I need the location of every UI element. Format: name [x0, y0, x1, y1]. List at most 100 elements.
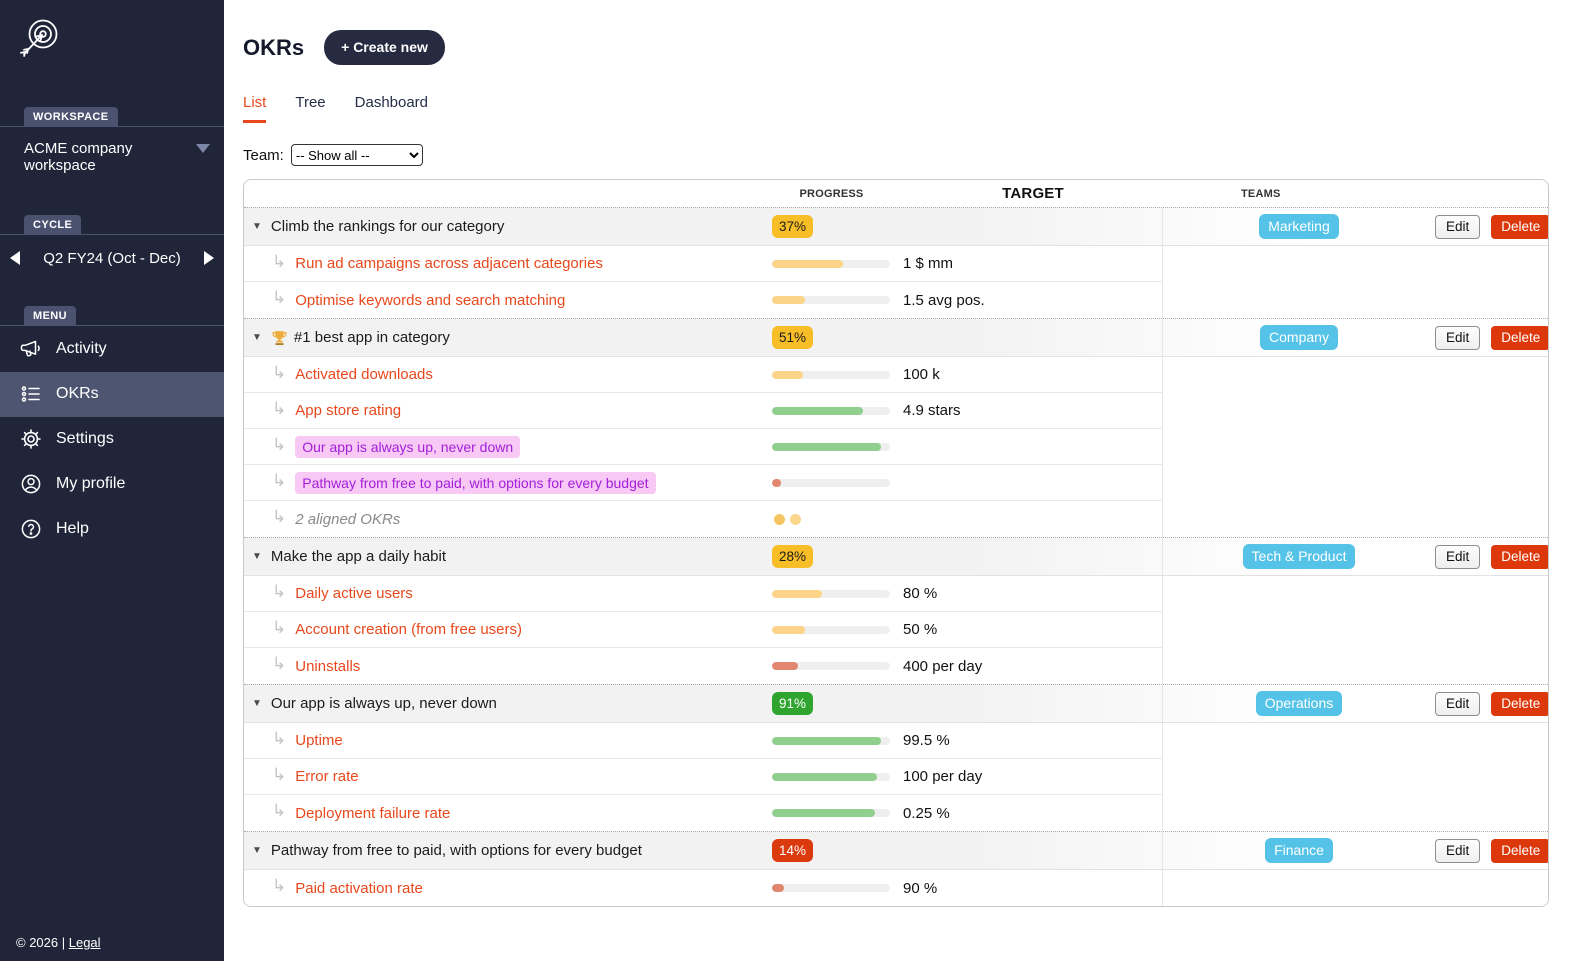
key-result-link[interactable]: Activated downloads — [295, 366, 433, 383]
delete-button[interactable]: Delete — [1491, 691, 1548, 716]
tab-list[interactable]: List — [243, 94, 267, 123]
progress-bar-fill — [772, 772, 878, 781]
delete-button[interactable]: Delete — [1491, 214, 1548, 239]
table-header-row: PROGRESS TARGET TEAMS — [244, 180, 1548, 207]
aligned-okrs-summary[interactable]: 2 aligned OKRs — [295, 511, 400, 528]
kr-arrow-icon: ↳ — [272, 251, 287, 271]
key-result-actions-cell — [1435, 612, 1548, 648]
sidebar-footer: © 2026 | Legal — [16, 935, 101, 950]
progress-badge: 14% — [772, 838, 814, 863]
target-value: 1.5 avg pos. — [895, 282, 1163, 318]
progress-badge: 37% — [772, 214, 814, 239]
key-result-link[interactable]: Uptime — [295, 732, 343, 749]
target-value: 50 % — [895, 612, 1163, 648]
delete-button[interactable]: Delete — [1491, 838, 1548, 863]
key-result-teams-cell — [1163, 282, 1435, 318]
kr-arrow-icon: ↳ — [272, 507, 287, 526]
sidebar: WORKSPACE ACME company workspace CYCLE Q… — [0, 0, 224, 961]
edit-button[interactable]: Edit — [1435, 214, 1481, 239]
objective-row: ▼ Our app is always up, never down 91% Oper… — [244, 684, 1548, 723]
collapse-caret-icon[interactable]: ▼ — [252, 551, 262, 562]
kr-arrow-icon: ↳ — [272, 362, 287, 382]
cycle-prev-icon[interactable] — [10, 251, 20, 265]
key-result-teams-cell — [1163, 246, 1435, 282]
view-tabs: List Tree Dashboard — [243, 94, 1550, 123]
key-result-name-cell: ↳ Our app is always up, never down — [244, 429, 768, 465]
key-result-link[interactable]: Run ad campaigns across adjacent categor… — [295, 255, 603, 272]
sidebar-item-activity[interactable]: Activity — [0, 327, 224, 372]
objective-row: ▼ Make the app a daily habit 28% Tech & Pro… — [244, 537, 1548, 576]
create-new-button[interactable]: + Create new — [324, 30, 445, 65]
key-result-teams-cell — [1163, 357, 1435, 393]
sidebar-item-help[interactable]: Help — [0, 507, 224, 552]
objective-title: #1 best app in category — [293, 329, 450, 346]
collapse-caret-icon[interactable]: ▼ — [252, 332, 262, 343]
key-result-actions-cell — [1435, 465, 1548, 501]
aligned-okr-link[interactable]: Pathway from free to paid, with options … — [295, 471, 656, 494]
key-result-actions-cell — [1435, 723, 1548, 759]
progress-bar-fill — [772, 478, 782, 487]
key-result-actions-cell — [1435, 282, 1548, 318]
sidebar-item-okrs[interactable]: OKRs — [0, 371, 224, 417]
key-result-link[interactable]: Paid activation rate — [295, 880, 423, 897]
key-result-progress-cell — [768, 759, 895, 795]
delete-button[interactable]: Delete — [1491, 325, 1548, 350]
app-root: WORKSPACE ACME company workspace CYCLE Q… — [0, 0, 1571, 961]
objective-title: Pathway from free to paid, with options … — [270, 842, 642, 859]
key-result-link[interactable]: Daily active users — [295, 585, 413, 602]
key-result-actions-cell — [1435, 795, 1548, 831]
help-icon — [19, 517, 43, 541]
key-result-teams-cell — [1163, 723, 1435, 759]
kr-arrow-icon: ↳ — [272, 470, 287, 490]
edit-button[interactable]: Edit — [1435, 691, 1481, 716]
key-result-actions-cell — [1435, 429, 1548, 465]
kr-arrow-icon: ↳ — [272, 288, 287, 307]
key-result-progress-cell — [768, 465, 895, 501]
objective-teams-cell: Marketing — [1163, 208, 1435, 245]
progress-bar — [772, 296, 890, 304]
gear-icon — [19, 427, 43, 451]
key-result-link[interactable]: Account creation (from free users) — [295, 621, 522, 638]
legal-link[interactable]: Legal — [69, 935, 101, 950]
edit-button[interactable]: Edit — [1435, 544, 1481, 569]
edit-button[interactable]: Edit — [1435, 838, 1481, 863]
kr-arrow-icon: ↳ — [272, 617, 287, 637]
objective-progress-cell: 14% — [768, 832, 895, 869]
delete-button[interactable]: Delete — [1491, 544, 1548, 569]
workspace-selector[interactable]: ACME company workspace — [0, 127, 224, 175]
objective-target-cell — [895, 538, 1163, 575]
objective-target-cell — [895, 685, 1163, 722]
key-result-name-cell: ↳ Activated downloads — [244, 357, 768, 393]
sidebar-item-settings[interactable]: Settings — [0, 417, 224, 462]
key-result-link[interactable]: Uninstalls — [295, 658, 360, 675]
key-result-row: ↳ Error rate 100 per day — [244, 759, 1548, 795]
sidebar-item-my-profile[interactable]: My profile — [0, 462, 224, 507]
progress-bar — [772, 772, 890, 781]
key-result-link[interactable]: Deployment failure rate — [295, 805, 450, 822]
target-value: 99.5 % — [895, 723, 1163, 759]
team-badge: Finance — [1265, 838, 1333, 863]
target-value — [895, 429, 1163, 465]
key-result-teams-cell — [1163, 429, 1435, 465]
chevron-down-icon[interactable] — [196, 144, 210, 153]
objective-row: ▼ #1 best app in category 51% Company Edit De… — [244, 318, 1548, 357]
tab-dashboard[interactable]: Dashboard — [355, 94, 428, 123]
collapse-caret-icon[interactable]: ▼ — [252, 698, 262, 709]
target-value: 80 % — [895, 576, 1163, 612]
tab-tree[interactable]: Tree — [295, 94, 325, 123]
copyright-text: © 2026 | — [16, 935, 66, 950]
key-result-link[interactable]: Error rate — [295, 768, 358, 785]
key-result-link[interactable]: App store rating — [295, 402, 401, 419]
cycle-next-icon[interactable] — [204, 251, 214, 265]
objective-actions-cell: Edit Delete — [1435, 832, 1548, 869]
collapse-caret-icon[interactable]: ▼ — [252, 221, 262, 232]
aligned-okr-link[interactable]: Our app is always up, never down — [295, 435, 521, 458]
collapse-caret-icon[interactable]: ▼ — [252, 845, 262, 856]
key-result-actions-cell — [1435, 870, 1548, 906]
objective-teams-cell: Company — [1163, 319, 1435, 356]
team-select[interactable]: -- Show all -- — [290, 144, 423, 166]
edit-button[interactable]: Edit — [1435, 325, 1481, 350]
key-result-teams-cell — [1163, 870, 1435, 906]
key-result-name-cell: ↳ Error rate — [244, 759, 768, 795]
key-result-link[interactable]: Optimise keywords and search matching — [295, 292, 565, 309]
